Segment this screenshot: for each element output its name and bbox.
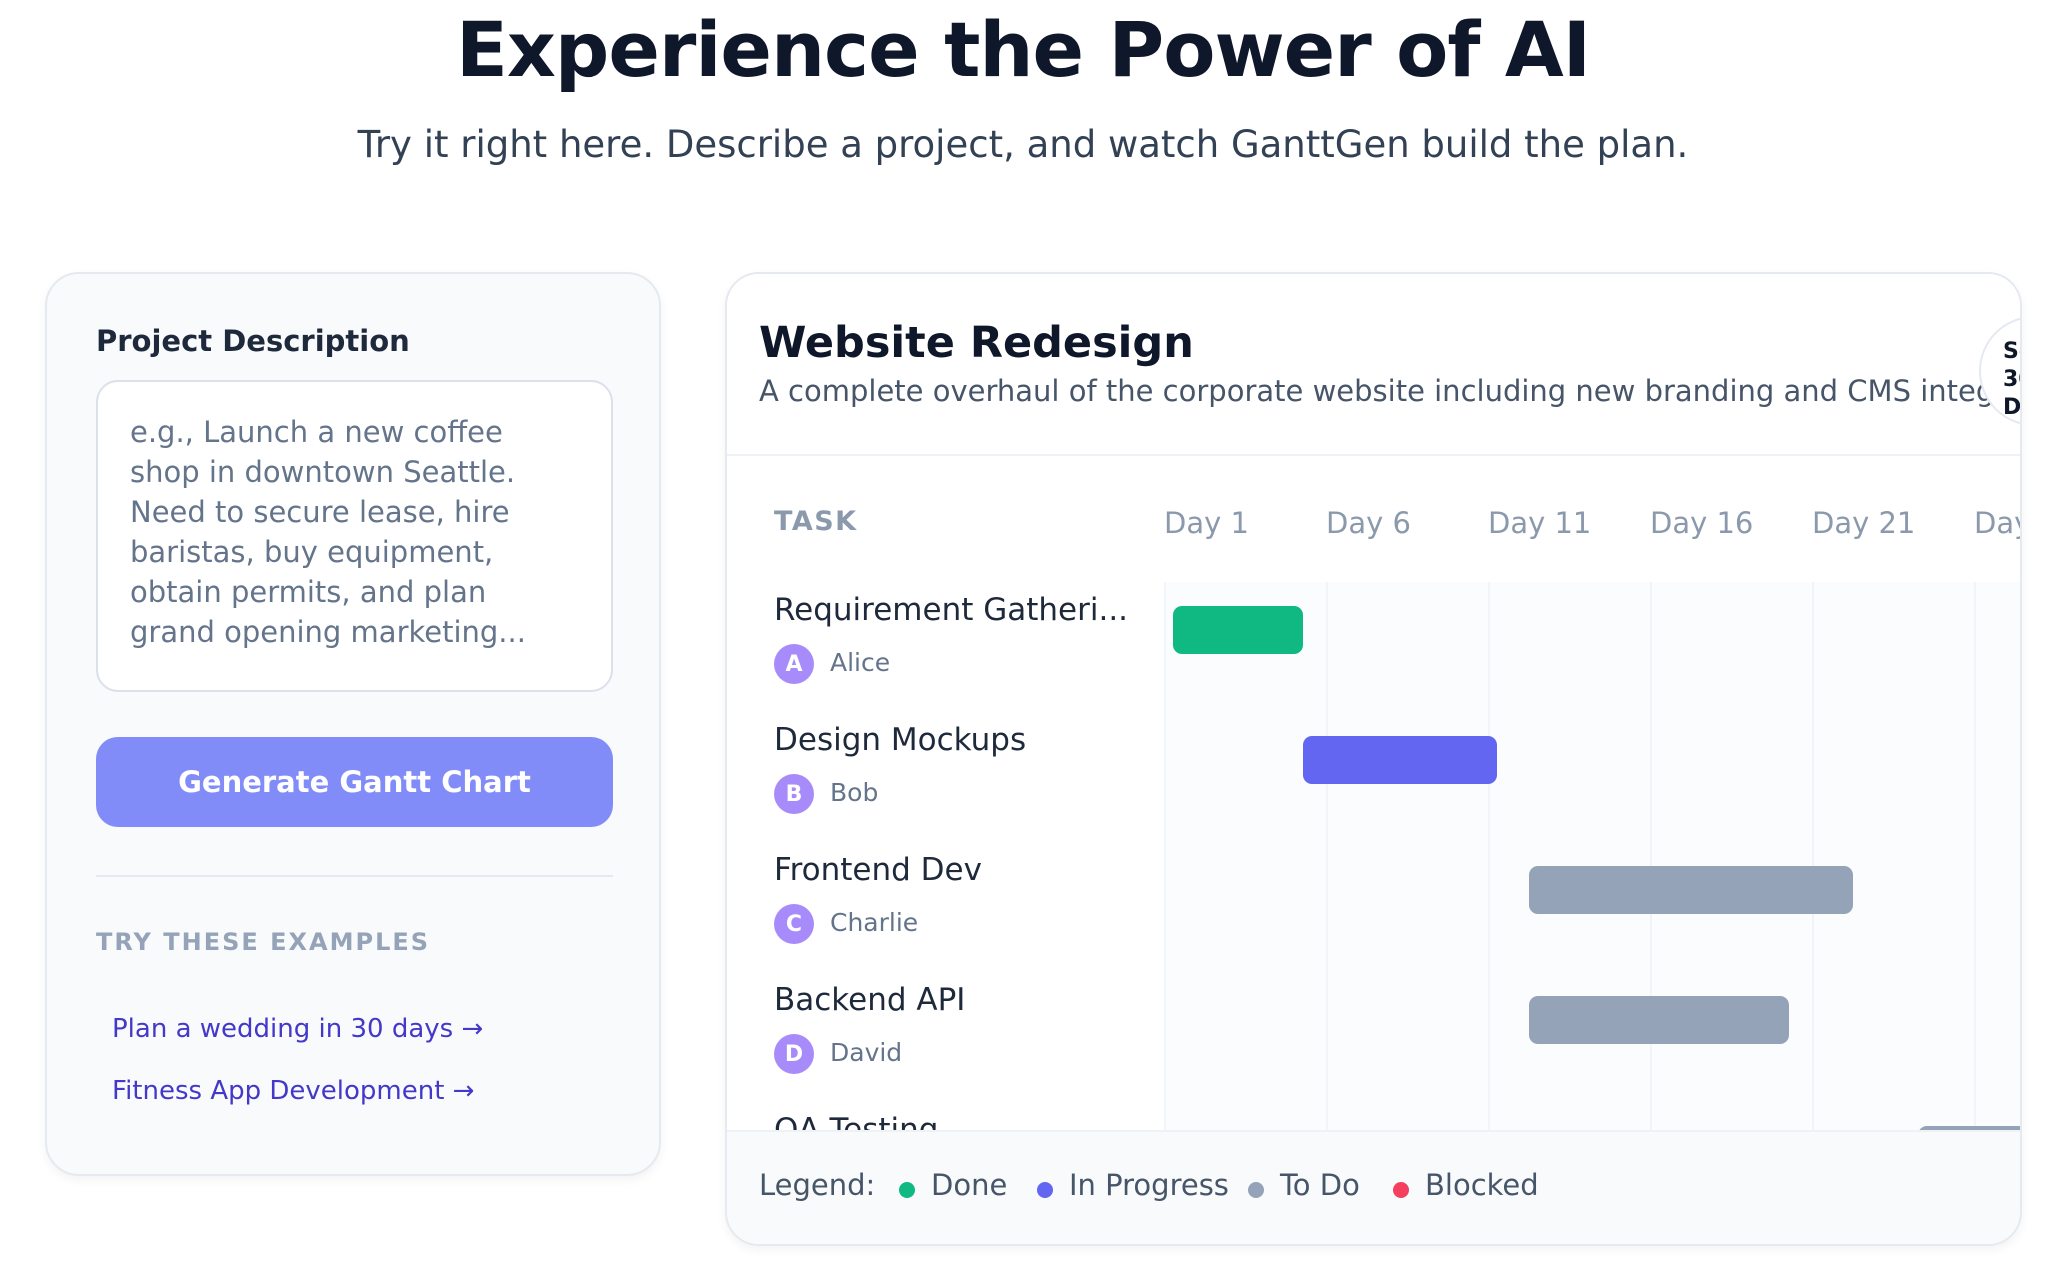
divider [96,875,613,877]
assignee-name: Alice [830,648,891,677]
legend-item-to-do: To Do [1280,1168,1360,1202]
task-row[interactable]: Frontend Dev C Charlie [727,842,2020,972]
task-bar[interactable] [1529,996,1789,1044]
summary-line: Sc [2003,339,2020,364]
task-row[interactable]: Backend API D David [727,972,2020,1102]
day-label: Day 16 [1650,506,1754,540]
project-header: Website Redesign A complete overhaul of … [727,274,2020,456]
hero-title: Experience the Power of AI [455,5,1591,94]
task-bar[interactable] [1302,736,1497,784]
task-row[interactable]: Design Mockups B Bob [727,712,2020,842]
task-name: Requirement Gatheri... [774,592,1129,628]
assignee-name: Bob [830,778,879,807]
assignee-name: Charlie [830,908,919,937]
legend-dot-blocked [1393,1182,1409,1198]
examples-title: TRY THESE EXAMPLES [96,928,431,956]
task-column-header: TASK [774,506,858,537]
legend: Legend: Done In Progress To Do Blocked [727,1130,2020,1244]
summary-line: 30 [2003,367,2020,392]
avatar: B [774,774,814,814]
day-label: Day 21 [1812,506,1916,540]
project-description-label: Project Description [96,324,410,358]
task-name: QA Testing [774,1112,939,1130]
project-title: Website Redesign [759,318,1194,368]
avatar: C [774,904,814,944]
avatar: D [774,1034,814,1074]
task-row[interactable]: QA Testing [727,1102,2020,1130]
project-input-card: Project Description e.g., Launch a new c… [45,272,661,1176]
gantt-preview-card: Website Redesign A complete overhaul of … [725,272,2022,1246]
legend-item-in-progress: In Progress [1069,1168,1229,1202]
legend-dot-done [899,1182,915,1198]
legend-dot-to-do [1248,1182,1264,1198]
task-name: Backend API [774,982,966,1018]
task-bar[interactable] [1173,606,1303,654]
avatar: A [774,644,814,684]
legend-dot-in-progress [1037,1182,1053,1198]
assignee-name: David [830,1038,903,1067]
task-row[interactable]: Requirement Gatheri... A Alice [727,582,2020,712]
task-bar[interactable] [1529,866,1854,914]
day-label: Day [1974,506,2020,540]
legend-item-done: Done [931,1168,1008,1202]
legend-item-blocked: Blocked [1425,1168,1539,1202]
task-name: Design Mockups [774,722,1027,758]
summary-badge: Sc 30 D [1979,316,2022,426]
example-link-wedding[interactable]: Plan a wedding in 30 days → [112,1014,483,1044]
day-label: Day 6 [1326,506,1411,540]
day-label: Day 11 [1488,506,1592,540]
generate-gantt-button[interactable]: Generate Gantt Chart [96,737,613,827]
example-link-fitness-app[interactable]: Fitness App Development → [112,1076,474,1106]
task-name: Frontend Dev [774,852,982,888]
legend-label: Legend: [759,1168,876,1202]
project-description-input[interactable]: e.g., Launch a new coffee shop in downto… [96,380,613,692]
hero-subtitle: Try it right here. Describe a project, a… [357,123,1689,166]
summary-line: D [2003,395,2022,420]
day-label: Day 1 [1164,506,1249,540]
gantt-chart: TASK Day 1 Day 6 Day 11 Day 16 Day 21 Da… [727,458,2020,1130]
project-description: A complete overhaul of the corporate web… [759,374,2022,408]
